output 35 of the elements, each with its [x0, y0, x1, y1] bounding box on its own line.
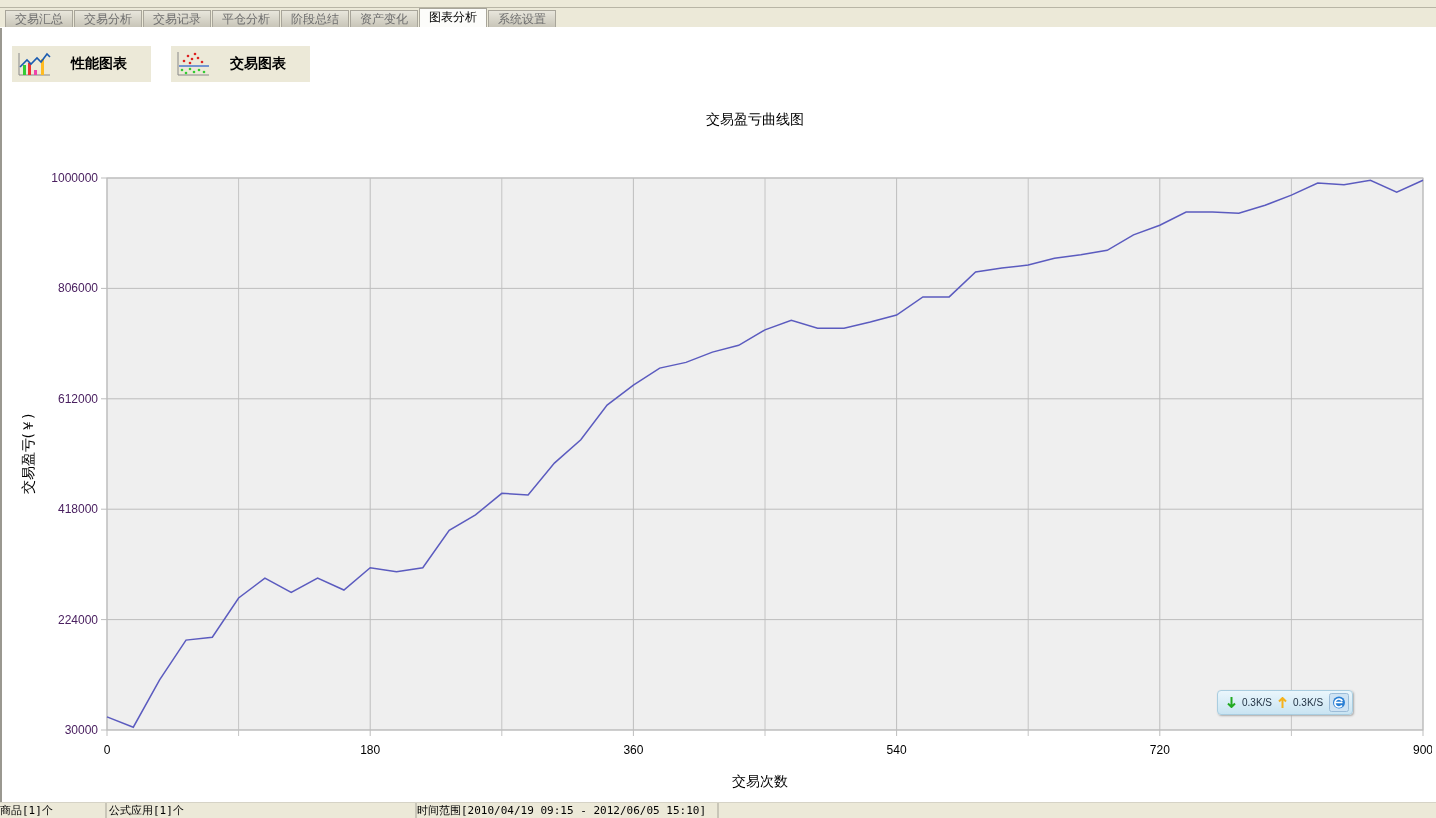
y-axis-tick-label: 612000 [57, 391, 98, 406]
status-bar-panel: 商品[1]个 [0, 803, 107, 818]
y-axis-tick-label: 30000 [64, 723, 98, 737]
status-bar-panel: 时间范围[2010/04/19 09:15 - 2012/06/05 15:10] [417, 803, 719, 818]
x-axis-tick-label: 900 [1413, 743, 1432, 757]
bar-chart-icon [17, 51, 51, 77]
browser-icon[interactable] [1329, 693, 1350, 712]
x-axis-tick-label: 720 [1149, 743, 1170, 757]
up-arrow-icon [1278, 697, 1288, 708]
x-axis-tick-label: 360 [623, 743, 644, 757]
tab[interactable]: 图表分析 [419, 8, 487, 27]
download-speed: 0.3K/S [1242, 697, 1273, 708]
x-axis-label: 交易次数 [732, 773, 788, 789]
chart-title: 交易盈亏曲线图 [706, 111, 804, 127]
y-axis-tick-label: 806000 [57, 281, 98, 296]
chart-type-button[interactable]: 交易图表 [171, 46, 310, 82]
down-arrow-icon [1227, 697, 1236, 708]
tab[interactable]: 交易汇总 [5, 10, 73, 27]
tab[interactable]: 系统设置 [488, 10, 556, 27]
y-axis-tick-label: 224000 [57, 612, 98, 627]
y-axis-tick-label: 418000 [57, 502, 98, 517]
tab[interactable]: 阶段总结 [281, 10, 349, 27]
scatter-plot-icon [176, 51, 210, 77]
tab[interactable]: 交易记录 [143, 10, 211, 27]
chart-type-button[interactable]: 性能图表 [12, 46, 151, 82]
tab[interactable]: 资产变化 [350, 10, 418, 27]
x-axis-tick-label: 0 [103, 743, 111, 757]
tab[interactable]: 平仓分析 [212, 10, 280, 27]
tab[interactable]: 交易分析 [74, 10, 142, 27]
x-axis-tick-label: 180 [360, 743, 381, 757]
upload-speed: 0.3K/S [1293, 697, 1324, 708]
y-axis-tick-label: 1000000 [51, 171, 98, 185]
y-axis-label: 交易盈亏(￥) [20, 413, 36, 495]
status-bar-panel: 公式应用[1]个 [107, 803, 417, 818]
x-axis-tick-label: 540 [886, 743, 907, 757]
